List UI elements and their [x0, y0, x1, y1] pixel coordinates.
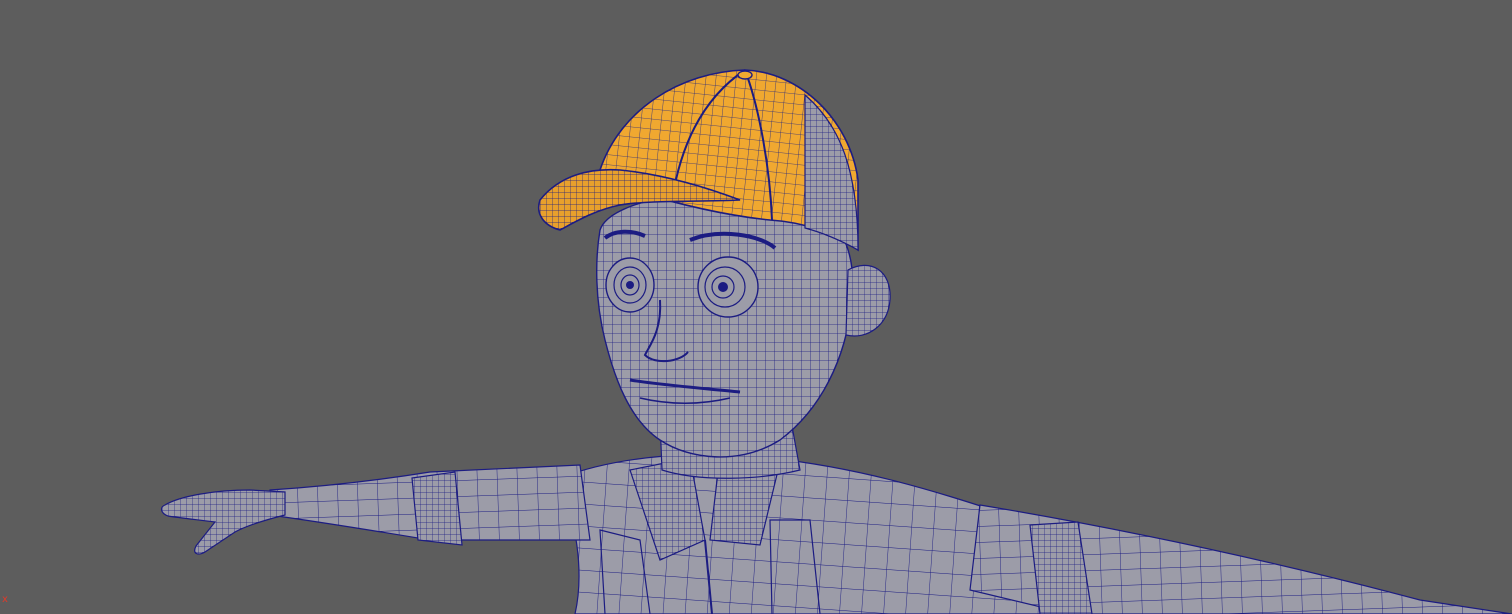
left-arm-mesh[interactable] — [161, 464, 591, 555]
axis-indicator-x: x — [2, 594, 8, 605]
torso-mesh[interactable] — [559, 453, 1041, 614]
wireframe-scene[interactable] — [0, 0, 1512, 614]
3d-viewport[interactable]: x — [0, 0, 1512, 614]
right-eye-mesh[interactable] — [697, 256, 759, 318]
left-eye-mesh[interactable] — [605, 257, 655, 313]
right-arm-mesh[interactable] — [969, 504, 1512, 614]
ear-mesh[interactable] — [845, 264, 891, 337]
